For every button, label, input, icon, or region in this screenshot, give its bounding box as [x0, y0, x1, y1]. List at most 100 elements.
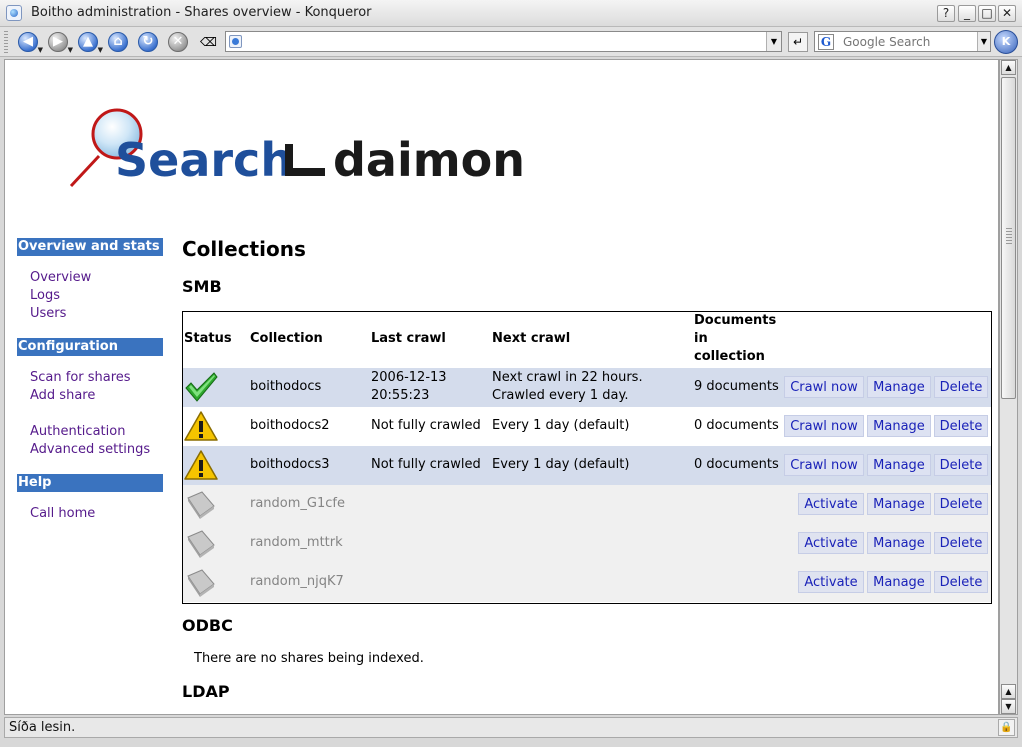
ldap-heading: LDAP [182, 682, 230, 701]
close-window-button[interactable]: ✕ [998, 5, 1016, 22]
menu-link-overview[interactable]: Overview [30, 270, 91, 285]
security-lock-icon[interactable]: 🔒 [998, 719, 1015, 736]
location-history-dropdown[interactable]: ▼ [766, 32, 781, 51]
activate-button[interactable]: Activate [798, 571, 864, 593]
delete-button[interactable]: Delete [934, 454, 988, 476]
checkmark-icon [185, 372, 218, 402]
menu-link-advanced-settings[interactable]: Advanced settings [30, 442, 150, 457]
menu-link-logs[interactable]: Logs [30, 288, 60, 303]
menu-heading-configuration: Configuration [17, 338, 163, 356]
inactive-share-icon [187, 530, 215, 558]
delete-button[interactable]: Delete [934, 571, 988, 593]
home-button[interactable]: ⌂ [106, 30, 130, 54]
logo-daimon-text: daimon [333, 133, 525, 187]
column-header-last-crawl: Last crawl [371, 331, 446, 346]
column-header-next-crawl: Next crawl [492, 331, 571, 346]
table-row: boithodocs2 Not fully crawled Every 1 da… [183, 407, 991, 446]
vertical-scrollbar[interactable]: ▲ ▲ ▼ [999, 59, 1018, 715]
google-icon[interactable]: G [818, 34, 834, 50]
next-crawl-text: Every 1 day (default) [492, 457, 630, 472]
scroll-down-arrow-icon[interactable]: ▼ [1001, 699, 1016, 714]
smb-heading: SMB [182, 277, 222, 296]
status-bar: Síða lesin. 🔒 [4, 717, 1018, 738]
scroll-up-arrow-icon[interactable]: ▲ [1001, 60, 1016, 75]
crawl-now-button[interactable]: Crawl now [784, 454, 864, 476]
activate-button[interactable]: Activate [798, 532, 864, 554]
crawl-now-button[interactable]: Crawl now [784, 376, 864, 398]
column-header-status: Status [184, 331, 232, 346]
collection-name: random_G1cfe [250, 496, 345, 511]
forward-arrow-icon: ▶ [48, 32, 68, 52]
collection-name: random_mttrk [250, 535, 343, 550]
search-input[interactable] [843, 34, 973, 49]
konqueror-app-icon[interactable] [6, 5, 22, 21]
menu-link-call-home[interactable]: Call home [30, 506, 95, 521]
manage-button[interactable]: Manage [867, 454, 931, 476]
documents-count: 0 documents [694, 418, 779, 433]
back-arrow-icon: ◀ [18, 32, 38, 52]
collection-name: boithodocs3 [250, 457, 330, 472]
help-window-button[interactable]: ? [937, 5, 955, 22]
minimize-window-button[interactable]: _ [958, 5, 976, 22]
searchdaimon-logo: Search daimon [69, 108, 525, 188]
last-crawl-date: 2006-12-13 [371, 370, 447, 385]
menu-heading-overview: Overview and stats [17, 238, 163, 256]
delete-button[interactable]: Delete [934, 532, 988, 554]
home-icon: ⌂ [108, 32, 128, 52]
delete-button[interactable]: Delete [934, 376, 988, 398]
menu-link-scan-for-shares[interactable]: Scan for shares [30, 370, 131, 385]
reload-button[interactable]: ↻ [136, 30, 160, 54]
maximize-window-button[interactable]: □ [978, 5, 996, 22]
table-row: random_njqK7 Activate Manage Delete [183, 563, 991, 602]
odbc-empty-message: There are no shares being indexed. [194, 651, 424, 666]
menu-heading-help: Help [17, 474, 163, 492]
last-crawl-text: Not fully crawled [371, 457, 481, 472]
status-text: Síða lesin. [9, 720, 76, 735]
back-button[interactable]: ◀ ▼ [16, 30, 43, 54]
collection-name: boithodocs [250, 379, 322, 394]
last-crawl-time: 20:55:23 [371, 388, 430, 403]
column-header-documents-line1: Documents [694, 313, 777, 328]
column-header-documents-line2: in [694, 331, 708, 346]
stop-icon: ✕ [168, 32, 188, 52]
window-title: Boitho administration - Shares overview … [31, 5, 372, 20]
forward-button[interactable]: ▶ ▼ [46, 30, 73, 54]
inactive-share-icon [187, 569, 215, 597]
table-row: random_mttrk Activate Manage Delete [183, 524, 991, 563]
manage-button[interactable]: Manage [867, 376, 931, 398]
odbc-heading: ODBC [182, 616, 233, 635]
kde-throbber-icon[interactable]: K [994, 30, 1018, 54]
page-viewport: Search daimon Overview and stats Overvie… [4, 59, 999, 715]
web-search-box[interactable]: G ▼ [814, 31, 991, 52]
reload-icon: ↻ [138, 32, 158, 52]
scrollbar-thumb[interactable] [1001, 77, 1016, 399]
go-button[interactable]: ↵ [788, 32, 808, 52]
page-favicon-icon [229, 35, 242, 48]
crawl-now-button[interactable]: Crawl now [784, 415, 864, 437]
manage-button[interactable]: Manage [867, 532, 931, 554]
page-title: Collections [182, 237, 306, 261]
collection-name: random_njqK7 [250, 574, 344, 589]
activate-button[interactable]: Activate [798, 493, 864, 515]
scroll-up-arrow-icon[interactable]: ▲ [1001, 684, 1016, 699]
menu-link-authentication[interactable]: Authentication [30, 424, 125, 439]
search-engine-dropdown[interactable]: ▼ [977, 32, 990, 51]
next-crawl-text: Next crawl in 22 hours. [492, 370, 643, 385]
manage-button[interactable]: Manage [867, 415, 931, 437]
logo-search-text: Search [115, 133, 293, 187]
up-button[interactable]: ▲ ▼ [76, 30, 103, 54]
manage-button[interactable]: Manage [867, 493, 931, 515]
manage-button[interactable]: Manage [867, 571, 931, 593]
next-crawl-text: Every 1 day (default) [492, 418, 630, 433]
stop-button[interactable]: ✕ [166, 30, 190, 54]
delete-button[interactable]: Delete [934, 415, 988, 437]
documents-count: 0 documents [694, 457, 779, 472]
table-row: boithodocs3 Not fully crawled Every 1 da… [183, 446, 991, 485]
menu-link-add-share[interactable]: Add share [30, 388, 95, 403]
inactive-share-icon [187, 491, 215, 519]
clear-location-icon[interactable]: ⌫ [200, 35, 217, 49]
delete-button[interactable]: Delete [934, 493, 988, 515]
menu-link-users[interactable]: Users [30, 306, 66, 321]
location-bar[interactable]: ▼ [225, 31, 782, 52]
toolbar-grip[interactable] [4, 31, 8, 53]
